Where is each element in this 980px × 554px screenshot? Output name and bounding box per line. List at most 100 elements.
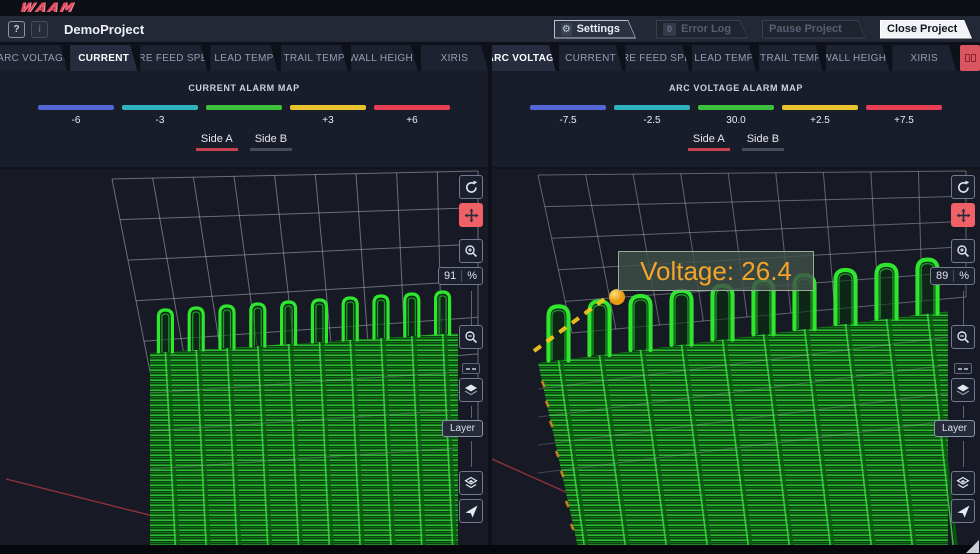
zoom-percent-display: 91% bbox=[438, 267, 483, 285]
alarm-label: +2.5 bbox=[782, 115, 858, 127]
zoom-slider[interactable] bbox=[963, 291, 964, 325]
close-project-button[interactable]: Close Project bbox=[880, 20, 972, 39]
alarm-bar-teal bbox=[122, 105, 198, 110]
tab-trail-temp-right[interactable]: TRAIL TEMP bbox=[759, 45, 823, 71]
layers-outline-icon[interactable] bbox=[951, 471, 975, 495]
alarm-label: -3 bbox=[122, 115, 198, 127]
alarm-bar-yellow bbox=[782, 105, 858, 110]
alarm-segment: +3 bbox=[290, 105, 366, 127]
help-button[interactable]: ? bbox=[8, 21, 25, 38]
tab-trail-temp-left[interactable]: TRAIL TEMP bbox=[281, 45, 348, 71]
tab-wall-height-right[interactable]: WALL HEIGHT bbox=[826, 45, 890, 71]
tab-arc-voltage-right[interactable]: ARC VOLTAGE bbox=[492, 45, 556, 71]
percent-sign: % bbox=[953, 270, 974, 282]
tab-wire-feed-speed-left[interactable]: WIRE FEED SPEED bbox=[140, 45, 207, 71]
layer-slider-track[interactable] bbox=[963, 406, 964, 418]
pan-move-icon[interactable] bbox=[951, 203, 975, 227]
left-alarm-bars: -6 -3 +3 +6 bbox=[0, 105, 488, 127]
tab-wire-feed-speed-right[interactable]: WIRE FEED SPEED bbox=[625, 45, 689, 71]
3d-viewport-right[interactable]: Voltage: 26.4 89% bbox=[492, 167, 980, 545]
layer-slider-handle[interactable] bbox=[954, 363, 972, 374]
alarm-label: +3 bbox=[290, 115, 366, 127]
percent-sign: % bbox=[461, 270, 482, 282]
zoom-percent-value: 91 bbox=[439, 270, 461, 282]
info-button[interactable]: i bbox=[31, 21, 48, 38]
side-b-tab-right[interactable]: Side B bbox=[742, 132, 784, 151]
alarm-segment: -7.5 bbox=[530, 105, 606, 127]
alarm-label: +6 bbox=[374, 115, 450, 127]
tab-current-left[interactable]: CURRENT bbox=[70, 45, 137, 71]
right-tab-strip: ARC VOLTAGE CURRENT WIRE FEED SPEED LEAD… bbox=[492, 45, 980, 71]
pause-project-button[interactable]: Pause Project bbox=[762, 20, 866, 39]
layers-icon[interactable] bbox=[951, 378, 975, 402]
alarm-bar-red bbox=[866, 105, 942, 110]
alarm-segment: +2.5 bbox=[782, 105, 858, 127]
alarm-bar-teal bbox=[614, 105, 690, 110]
split-view-icon[interactable] bbox=[960, 45, 980, 71]
right-alarm-title: ARC VOLTAGE ALARM MAP bbox=[492, 71, 980, 93]
tab-lead-temp-right[interactable]: LEAD TEMP bbox=[692, 45, 756, 71]
layer-slider-handle[interactable] bbox=[462, 363, 480, 374]
right-panel: ARC VOLTAGE ALARM MAP -7.5 -2.5 30.0 bbox=[492, 71, 980, 545]
navigate-icon[interactable] bbox=[951, 499, 975, 523]
tab-current-right[interactable]: CURRENT bbox=[559, 45, 623, 71]
alarm-bar-yellow bbox=[290, 105, 366, 110]
rotate-icon[interactable] bbox=[951, 175, 975, 199]
layer-button[interactable]: Layer bbox=[934, 420, 975, 437]
alarm-segment: +7.5 bbox=[866, 105, 942, 127]
layers-outline-icon[interactable] bbox=[459, 471, 483, 495]
logo-bar: WAAM bbox=[0, 0, 980, 16]
left-alarm-map: CURRENT ALARM MAP -6 -3 bbox=[0, 71, 488, 167]
3d-scene-left bbox=[0, 169, 488, 545]
alarm-bar-red bbox=[374, 105, 450, 110]
tab-xiris-right[interactable]: XIRIS bbox=[892, 45, 956, 71]
layer-slider-track-lower[interactable] bbox=[471, 441, 472, 467]
side-b-tab-left[interactable]: Side B bbox=[250, 132, 292, 151]
navigate-icon[interactable] bbox=[459, 499, 483, 523]
side-a-tab-left[interactable]: Side A bbox=[196, 132, 238, 151]
app-window: WAAM ? i DemoProject ⚙ Settings 0 Error … bbox=[0, 0, 980, 554]
zoom-out-icon[interactable] bbox=[459, 325, 483, 349]
3d-viewport-left[interactable]: 91% Layer bbox=[0, 167, 488, 545]
alarm-bar-green bbox=[698, 105, 774, 110]
side-a-tab-right[interactable]: Side A bbox=[688, 132, 730, 151]
zoom-percent-display: 89% bbox=[930, 267, 975, 285]
left-alarm-title: CURRENT ALARM MAP bbox=[0, 71, 488, 93]
zoom-slider[interactable] bbox=[471, 291, 472, 325]
waam-logo: WAAM bbox=[18, 1, 77, 16]
alarm-segment: 30.0 bbox=[698, 105, 774, 127]
alarm-label: -6 bbox=[38, 115, 114, 127]
settings-button[interactable]: ⚙ Settings bbox=[554, 20, 636, 39]
left-viewport-toolbar: 91% Layer bbox=[439, 173, 485, 523]
settings-label: Settings bbox=[577, 23, 620, 35]
alarm-label: -2.5 bbox=[614, 115, 690, 127]
right-alarm-map: ARC VOLTAGE ALARM MAP -7.5 -2.5 30.0 bbox=[492, 71, 980, 167]
window-bottom-edge bbox=[0, 545, 980, 554]
zoom-in-icon[interactable] bbox=[459, 239, 483, 263]
tab-arc-voltage-left[interactable]: ARC VOLTAGE bbox=[0, 45, 67, 71]
alarm-label: 30.0 bbox=[698, 115, 774, 127]
tab-strip-row: ARC VOLTAGE CURRENT WIRE FEED SPEED LEAD… bbox=[0, 42, 980, 71]
zoom-in-icon[interactable] bbox=[951, 239, 975, 263]
tab-wall-height-left[interactable]: WALL HEIGHT bbox=[351, 45, 418, 71]
error-log-button[interactable]: 0 Error Log bbox=[656, 20, 748, 39]
error-log-label: Error Log bbox=[681, 23, 731, 35]
tab-xiris-left[interactable]: XIRIS bbox=[421, 45, 488, 71]
close-label: Close Project bbox=[887, 23, 957, 35]
gear-icon: ⚙ bbox=[561, 23, 572, 36]
pan-move-icon[interactable] bbox=[459, 203, 483, 227]
zoom-out-icon[interactable] bbox=[951, 325, 975, 349]
tab-lead-temp-left[interactable]: LEAD TEMP bbox=[210, 45, 277, 71]
voltage-tooltip: Voltage: 26.4 bbox=[618, 251, 814, 291]
alarm-segment: -2.5 bbox=[614, 105, 690, 127]
layer-button[interactable]: Layer bbox=[442, 420, 483, 437]
alarm-bar-green bbox=[206, 105, 282, 110]
right-alarm-bars: -7.5 -2.5 30.0 +2.5 bbox=[492, 105, 980, 127]
panels-row: CURRENT ALARM MAP -6 -3 bbox=[0, 71, 980, 545]
layer-slider-track-lower[interactable] bbox=[963, 441, 964, 467]
layers-icon[interactable] bbox=[459, 378, 483, 402]
rotate-icon[interactable] bbox=[459, 175, 483, 199]
3d-scene-right bbox=[492, 169, 980, 545]
alarm-segment: +6 bbox=[374, 105, 450, 127]
layer-slider-track[interactable] bbox=[471, 406, 472, 418]
